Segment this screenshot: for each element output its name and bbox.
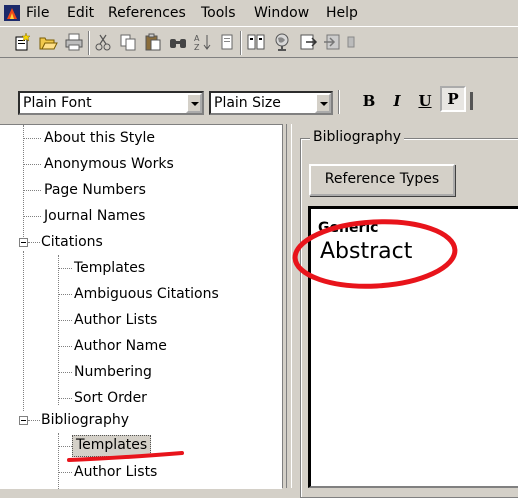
tree-item-numbering[interactable]: Numbering [74,361,152,383]
tree-item-bibliography-author-lists[interactable]: Author Lists [74,461,157,483]
tree-item-bibliography[interactable]: Bibliography [41,409,129,431]
tree-item-sort-order[interactable]: Sort Order [74,387,147,409]
menu-edit[interactable]: Edit [65,3,96,23]
menu-tools[interactable]: Tools [199,3,238,23]
new-style-icon[interactable] [12,32,32,52]
tree-item-page-numbers[interactable]: Page Numbers [44,179,146,201]
tree-item-journal-names[interactable]: Journal Names [44,205,145,227]
tree-item-citations-author-lists[interactable]: Author Lists [74,309,157,331]
italic-button[interactable]: I [384,88,410,114]
tree-connector [58,433,59,489]
tree-item-about-this-style[interactable]: About this Style [44,127,155,149]
menu-window[interactable]: Window [252,3,311,23]
import-icon[interactable] [322,32,342,52]
open-icon[interactable] [38,32,58,52]
paste-icon[interactable] [143,32,163,52]
tree-connector [23,251,24,411]
globe-icon[interactable] [272,32,292,52]
collapse-icon[interactable] [19,238,28,247]
panel-splitter[interactable] [282,124,296,488]
toolbar-separator [338,90,340,114]
font-select-value: Plain Font [23,95,92,111]
plain-button[interactable]: P [440,86,466,112]
tree-item-citations[interactable]: Citations [41,231,103,253]
size-select-value: Plain Size [214,95,281,111]
layout-icon[interactable] [246,32,266,52]
underline-button[interactable]: U [412,88,438,114]
cut-icon[interactable] [93,32,113,52]
copy-icon[interactable] [118,32,138,52]
font-select[interactable]: Plain Font [18,91,204,115]
chevron-down-icon[interactable] [315,93,331,113]
page-icon[interactable] [217,32,237,52]
tree-item-bibliography-templates-selected[interactable]: Templates [72,435,152,457]
print-icon[interactable] [64,32,84,52]
tree-item-ambiguous-citations[interactable]: Ambiguous Citations [74,283,219,305]
toolbar-more-icon[interactable] [346,32,366,52]
export-icon[interactable] [298,32,318,52]
tree-item-author-name[interactable]: Author Name [74,335,167,357]
reference-type-heading: Generic [318,220,379,236]
tree-connector [23,125,24,247]
reference-types-button[interactable]: Reference Types [309,164,455,196]
collapse-icon[interactable] [19,416,28,425]
size-select[interactable]: Plain Size [209,91,333,115]
toolbar: A Z [0,26,518,58]
app-icon[interactable] [4,5,20,21]
chevron-down-icon[interactable] [186,93,202,113]
find-icon[interactable] [168,32,188,52]
toolbar-separator [240,31,242,55]
menu-help[interactable]: Help [324,3,360,23]
template-field-text[interactable]: Abstract [320,238,412,266]
toolbar-overflow-edge [470,92,473,110]
menu-bar: File Edit References Tools Window Help [0,0,518,26]
bold-button[interactable]: B [356,88,382,114]
svg-text:Z: Z [194,43,200,52]
svg-text:A: A [194,34,200,43]
tree-connector [58,255,59,405]
menu-file[interactable]: File [24,3,51,23]
menu-references[interactable]: References [106,3,188,23]
sort-icon[interactable]: A Z [193,32,213,52]
tree-item-anonymous-works[interactable]: Anonymous Works [44,153,174,175]
toolbar-separator [88,31,90,55]
bibliography-group-label: Bibliography [310,128,404,146]
tree-item-citations-templates[interactable]: Templates [74,257,145,279]
style-tree[interactable]: About this Style Anonymous Works Page Nu… [0,124,282,489]
